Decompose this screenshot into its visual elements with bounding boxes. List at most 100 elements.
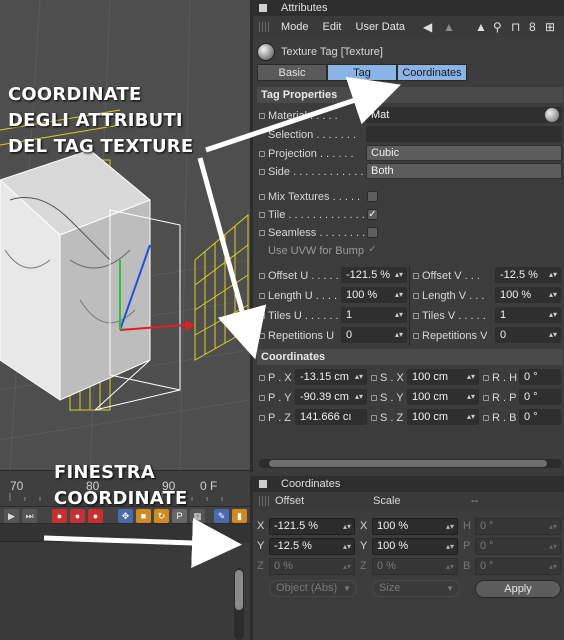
anim-dot[interactable] xyxy=(259,312,265,319)
rp-field[interactable]: 0 ° xyxy=(519,389,561,405)
anim-dot[interactable] xyxy=(259,272,265,279)
anim-dot[interactable] xyxy=(259,168,265,175)
tab-tag[interactable]: Tag xyxy=(327,64,397,81)
timeline-tick-70: 70 xyxy=(10,479,24,493)
anim-dot[interactable] xyxy=(371,374,377,381)
anim-dot[interactable] xyxy=(259,394,265,401)
grid-icon[interactable]: ▦ xyxy=(190,509,205,523)
anim-dot[interactable] xyxy=(483,394,489,401)
anim-dot[interactable] xyxy=(413,312,419,319)
coordinates-column-headers: Offset Scale -- xyxy=(253,492,564,510)
up-arrow-icon[interactable]: ▲ xyxy=(443,20,455,34)
mode-dropdown[interactable]: Object (Abs) ▼ xyxy=(269,580,357,597)
b-field: 0 ° ▴▾ xyxy=(475,558,561,575)
tag-properties-heading: Tag Properties xyxy=(257,87,563,103)
new-panel-icon[interactable]: ⊞ xyxy=(545,20,555,34)
anim-dot[interactable] xyxy=(259,150,265,157)
brush-icon[interactable]: ✎ xyxy=(214,509,229,523)
anim-dot[interactable] xyxy=(413,272,419,279)
play-icon[interactable]: ▶ xyxy=(4,509,19,523)
offset-v-field[interactable]: -12.5 % ▴▾ xyxy=(495,267,561,283)
rp-label: R . P xyxy=(492,391,517,404)
material-link-field[interactable]: Mat xyxy=(366,107,562,123)
anim-dot[interactable] xyxy=(413,292,419,299)
search-icon[interactable]: ⚲ xyxy=(493,20,502,34)
mix-textures-label: Mix Textures . . . . . xyxy=(268,190,361,203)
scrollbar-thumb[interactable] xyxy=(269,460,547,467)
anim-dot[interactable] xyxy=(259,112,265,119)
size-dropdown[interactable]: Size ▼ xyxy=(372,580,460,597)
rb-field[interactable]: 0 ° xyxy=(519,409,561,425)
py-field[interactable]: -90.39 cm ▴▾ xyxy=(295,389,367,405)
coordinates-panel: Coordinates Offset Scale -- X -121.5 % ▴▾… xyxy=(250,476,564,640)
tab-basic[interactable]: Basic xyxy=(257,64,327,81)
offset-u-field[interactable]: -121.5 % ▴▾ xyxy=(341,267,407,283)
seamless-checkbox[interactable] xyxy=(367,227,378,238)
py-label: P . Y xyxy=(268,391,292,404)
tile-checkbox[interactable]: ✓ xyxy=(367,209,378,220)
offset-v-label: Offset V . . . xyxy=(422,269,480,282)
anim-dot[interactable] xyxy=(259,414,265,421)
sy-label: S . Y xyxy=(380,391,404,404)
apply-button[interactable]: Apply xyxy=(475,580,561,598)
x-offset-field[interactable]: -121.5 % ▴▾ xyxy=(269,518,355,535)
col-third: -- xyxy=(471,495,479,507)
repetitions-u-field[interactable]: 0 ▴▾ xyxy=(341,327,407,343)
viewport-scene xyxy=(0,0,250,470)
menu-mode[interactable]: Mode xyxy=(281,21,309,33)
selection-field[interactable] xyxy=(366,126,562,142)
anim-dot[interactable] xyxy=(413,332,419,339)
length-v-field[interactable]: 100 % ▴▾ xyxy=(495,287,561,303)
mix-textures-checkbox[interactable] xyxy=(367,191,378,202)
y-offset-field[interactable]: -12.5 % ▴▾ xyxy=(269,538,355,555)
py-row: P . Y xyxy=(259,389,291,406)
scrollbar-thumb[interactable] xyxy=(235,570,243,610)
anim-dot[interactable] xyxy=(259,229,265,236)
tiles-u-field[interactable]: 1 ▴▾ xyxy=(341,307,407,323)
sy-field[interactable]: 100 cm ▴▾ xyxy=(407,389,479,405)
repetitions-v-field[interactable]: 0 ▴▾ xyxy=(495,327,561,343)
anim-dot[interactable] xyxy=(259,193,265,200)
side-select[interactable]: Both xyxy=(366,163,562,179)
link-icon[interactable]: 8 xyxy=(529,20,536,34)
vertical-scrollbar[interactable] xyxy=(234,568,244,640)
pz-field[interactable]: 141.666 cı xyxy=(295,409,367,425)
tiles-v-field[interactable]: 1 ▴▾ xyxy=(495,307,561,323)
tag-icon[interactable]: ▮ xyxy=(232,509,247,523)
projection-select[interactable]: Cubic xyxy=(366,145,562,161)
p-label: P xyxy=(463,540,471,552)
anim-dot[interactable] xyxy=(483,414,489,421)
tab-coordinates[interactable]: Coordinates xyxy=(397,64,467,81)
length-u-field[interactable]: 100 % ▴▾ xyxy=(341,287,407,303)
viewport-3d[interactable] xyxy=(0,0,250,470)
anim-dot[interactable] xyxy=(259,211,265,218)
anim-dot[interactable] xyxy=(259,374,265,381)
panel-menu-icon[interactable] xyxy=(259,480,267,488)
rh-field[interactable]: 0 ° xyxy=(519,369,561,385)
tile-label: Tile . . . . . . . . . . . . . xyxy=(268,208,365,221)
anim-dot[interactable] xyxy=(371,414,377,421)
anim-dot[interactable] xyxy=(259,332,265,339)
attributes-title: Attributes xyxy=(281,2,328,14)
annotation-coords-window: FINESTRA COORDINATE xyxy=(54,460,187,512)
z-offset-field: 0 % ▴▾ xyxy=(269,558,355,575)
x-scale-field[interactable]: 100 % ▴▾ xyxy=(372,518,458,535)
y-scale-label: Y xyxy=(360,540,368,552)
menu-edit[interactable]: Edit xyxy=(323,21,342,33)
menu-user-data[interactable]: User Data xyxy=(356,21,406,33)
forward-arrow-icon[interactable]: ▲ xyxy=(475,20,487,34)
length-u-row: Length U . . . . xyxy=(259,287,337,304)
anim-dot[interactable] xyxy=(483,374,489,381)
sx-field[interactable]: 100 cm ▴▾ xyxy=(407,369,479,385)
horizontal-scrollbar[interactable] xyxy=(259,459,561,468)
sz-field[interactable]: 100 cm ▴▾ xyxy=(407,409,479,425)
material-toolbar xyxy=(0,524,250,542)
px-field[interactable]: -13.15 cm ▴▾ xyxy=(295,369,367,385)
anim-dot[interactable] xyxy=(371,394,377,401)
anim-dot[interactable] xyxy=(259,292,265,299)
y-scale-field[interactable]: 100 % ▴▾ xyxy=(372,538,458,555)
panel-menu-icon[interactable] xyxy=(259,4,267,12)
end-icon[interactable]: ⏭ xyxy=(22,509,37,523)
lock-icon[interactable]: ⊓ xyxy=(511,20,520,34)
back-arrow-icon[interactable]: ◀ xyxy=(423,20,432,34)
